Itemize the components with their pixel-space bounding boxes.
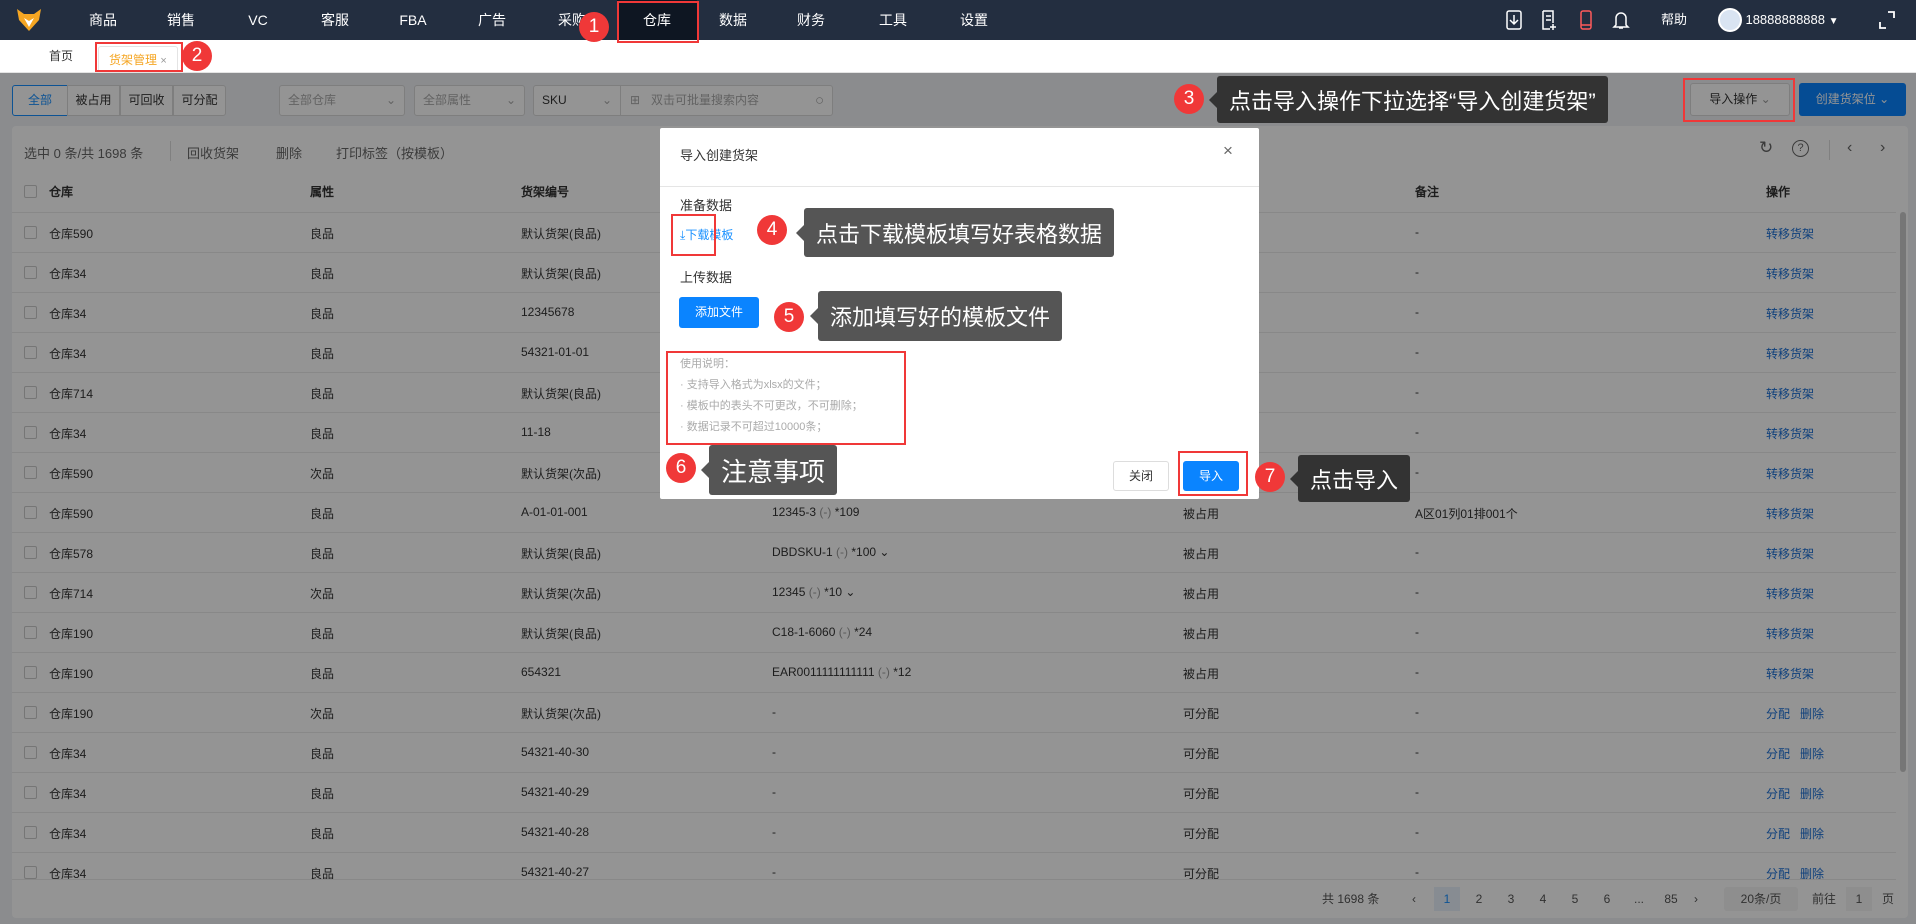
step-badge: 4 [757, 215, 787, 245]
nav-item[interactable]: VC [248, 0, 267, 40]
nav-item[interactable]: 财务 [797, 0, 825, 40]
top-nav: 商品 销售 VC 客服 FBA 广告 采购 仓库 数据 财务 工具 设置 帮助 18888888888… [0, 0, 1916, 40]
download-icon[interactable] [1505, 10, 1523, 30]
mobile-icon[interactable] [1577, 10, 1595, 30]
annotation-tooltip: 注意事项 [700, 445, 838, 495]
fullscreen-icon[interactable] [1878, 10, 1896, 30]
upload-data-label: 上传数据 [680, 270, 733, 285]
nav-item[interactable]: 数据 [719, 0, 747, 40]
nav-item[interactable]: 销售 [167, 0, 195, 40]
step-badge: 6 [666, 453, 696, 483]
annotation-tooltip: 添加填写好的模板文件 [809, 291, 1063, 341]
step-badge: 3 [1174, 84, 1204, 114]
highlight-box [617, 1, 699, 43]
avatar[interactable] [1718, 8, 1742, 32]
prepare-data-label: 准备数据 [680, 198, 733, 213]
step-badge: 2 [182, 41, 212, 71]
close-button[interactable]: 关闭 [1113, 461, 1169, 491]
add-file-button[interactable]: 添加文件 [679, 297, 759, 328]
nav-item[interactable]: 广告 [478, 0, 506, 40]
highlight-box [1683, 78, 1795, 122]
bell-icon[interactable] [1612, 10, 1630, 30]
username: 18888888888 [1745, 12, 1825, 27]
tab-bar: 首页 货架管理 × [0, 40, 1916, 73]
annotation-tooltip: 点击导入操作下拉选择“导入创建货架” [1209, 76, 1608, 123]
fox-logo-icon[interactable] [16, 8, 42, 32]
highlight-box [1178, 451, 1248, 496]
highlight-box [666, 351, 906, 445]
nav-item[interactable]: 设置 [960, 0, 988, 40]
step-badge: 5 [774, 302, 804, 332]
user-menu[interactable]: 18888888888 ▼ [1745, 0, 1838, 40]
close-icon[interactable]: × [1223, 141, 1233, 161]
tab-home[interactable]: 首页 [49, 40, 73, 73]
nav-item[interactable]: FBA [399, 0, 426, 40]
step-badge: 7 [1255, 462, 1285, 492]
modal-title: 导入创建货架 [680, 148, 759, 163]
export-list-icon[interactable] [1540, 10, 1558, 30]
annotation-tooltip: 点击下载模板填写好表格数据 [795, 208, 1115, 257]
nav-item[interactable]: 客服 [321, 0, 349, 40]
step-badge: 1 [579, 12, 609, 42]
nav-item[interactable]: 商品 [89, 0, 117, 40]
annotation-tooltip: 点击导入 [1289, 455, 1411, 502]
caret-down-icon: ▼ [1828, 16, 1839, 27]
help-link[interactable]: 帮助 [1661, 0, 1687, 40]
highlight-box [671, 214, 716, 256]
nav-item[interactable]: 工具 [879, 0, 907, 40]
highlight-box [95, 42, 183, 72]
divider [660, 186, 1259, 187]
